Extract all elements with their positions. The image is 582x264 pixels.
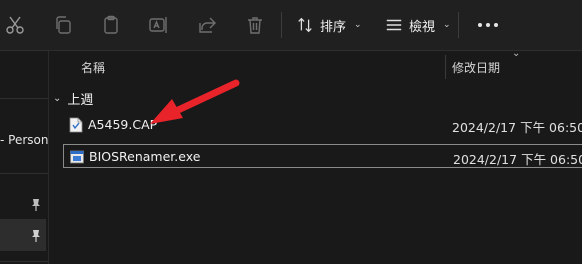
file-row[interactable]: A5459.CAP 2024/2/17 下午 06:50 [63, 113, 582, 137]
toolbar-separator [281, 12, 282, 38]
more-dot [494, 23, 498, 27]
navigation-pane: - Person [0, 51, 49, 264]
chevron-down-icon: ⌄ [443, 20, 451, 30]
more-options-button[interactable] [474, 14, 502, 36]
app-icon [70, 150, 84, 164]
column-separator[interactable] [445, 55, 446, 79]
command-bar: 排序 ⌄ 檢視 ⌄ [0, 0, 582, 51]
column-date-modified[interactable]: 修改日期 [452, 59, 500, 76]
rename-icon[interactable] [147, 14, 169, 36]
sort-label: 排序 [320, 19, 347, 35]
more-dot [486, 23, 490, 27]
toolbar-separator [458, 12, 459, 38]
group-label: 上週 [67, 93, 94, 108]
view-label: 檢視 [409, 19, 436, 35]
nav-divider [0, 261, 48, 262]
chevron-down-icon: ⌄ [53, 93, 62, 104]
copy-icon[interactable] [52, 14, 74, 36]
file-name: BIOSRenamer.exe [89, 149, 201, 164]
chevron-down-icon: ⌄ [354, 20, 362, 30]
view-button[interactable]: 檢視 ⌄ [385, 10, 451, 40]
share-icon[interactable] [196, 14, 218, 36]
view-icon [386, 19, 402, 31]
more-dot [478, 23, 482, 27]
file-date: 2024/2/17 下午 06:50 [453, 152, 582, 167]
document-icon [69, 117, 83, 133]
sort-icon [298, 17, 312, 33]
sort-button[interactable]: 排序 ⌄ [296, 10, 362, 40]
group-header[interactable]: ⌄ 上週 [53, 89, 93, 108]
column-name[interactable]: 名稱 [81, 59, 105, 76]
delete-icon[interactable] [244, 14, 266, 36]
sort-caret-icon: ⌄ [512, 48, 521, 59]
column-header: 名稱 ⌄ 修改日期 [49, 48, 582, 81]
file-date: 2024/2/17 下午 06:50 [452, 120, 582, 135]
paste-icon[interactable] [100, 14, 122, 36]
cut-icon[interactable] [4, 14, 26, 36]
nav-divider [0, 173, 48, 174]
file-name: A5459.CAP [88, 117, 158, 132]
nav-divider [0, 98, 48, 99]
pin-icon[interactable] [30, 198, 42, 212]
file-row-selected[interactable]: BIOSRenamer.exe 2024/2/17 下午 06:50 [63, 144, 582, 168]
pin-icon[interactable] [30, 229, 42, 243]
nav-item-personal-label[interactable]: - Person [0, 133, 48, 147]
file-list: 名稱 ⌄ 修改日期 ⌄ 上週 A5459.CAP 2024/2/17 下午 06… [49, 48, 582, 264]
